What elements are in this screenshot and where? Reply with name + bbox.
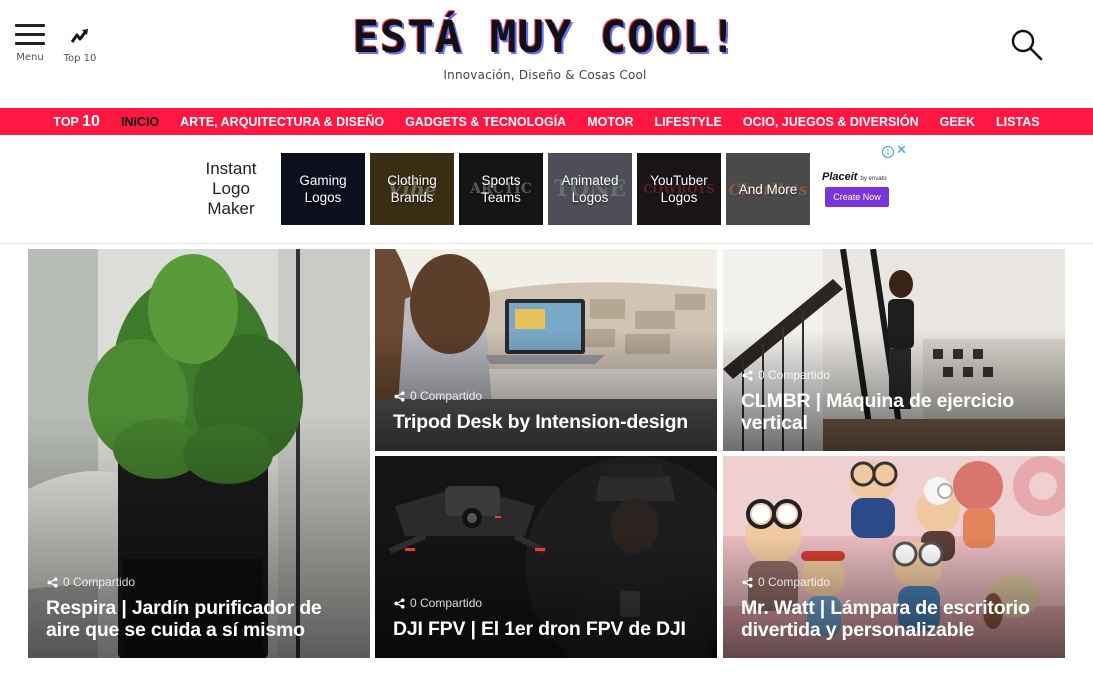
article-card[interactable]: 0 Compartido DJI FPV | El 1er dron FPV d… [375, 456, 717, 658]
ad-banner[interactable]: Instant Logo Maker Gaming Logos Vibe Clot… [196, 144, 916, 231]
article-card[interactable]: 0 Compartido Tripod Desk by Intension-de… [375, 249, 717, 451]
share-count: 0 Compartido [47, 575, 135, 589]
search-button[interactable] [1010, 28, 1044, 62]
site-title: ESTÁ MUY COOL! [352, 12, 738, 63]
top10-button[interactable]: Top 10 [62, 28, 98, 64]
hamburger-icon [15, 24, 45, 46]
share-icon [742, 576, 753, 588]
placeit-logo: Placeit by envato [822, 171, 887, 183]
site-header: Menu Top 10 ESTÁ MUY COOL! Innovación, D… [0, 0, 1093, 108]
nav-item-geek[interactable]: GEEK [929, 115, 985, 129]
info-icon[interactable]: i [882, 146, 894, 158]
ad-tile-youtuber[interactable]: COWBOYS YouTuber Logos [637, 153, 721, 225]
share-icon [394, 390, 405, 402]
ad-tile-gaming[interactable]: Gaming Logos [281, 153, 365, 225]
trending-icon [70, 29, 88, 43]
nav-item-gadgets[interactable]: GADGETS & TECNOLOGÍA [395, 115, 577, 129]
menu-button[interactable]: Menu [14, 24, 46, 63]
nav-item-listas[interactable]: LISTAS [986, 115, 1051, 129]
site-tagline: Innovación, Diseño & Cosas Cool [443, 68, 647, 82]
share-count: 0 Compartido [742, 368, 830, 382]
article-title[interactable]: CLMBR | Máquina de ejercicio vertical [741, 390, 1051, 434]
article-card[interactable]: 0 Compartido CLMBR | Máquina de ejercici… [723, 249, 1065, 451]
share-count: 0 Compartido [394, 596, 482, 610]
main-nav: TOP 10 INICIO ARTE, ARQUITECTURA & DISEÑ… [0, 108, 1093, 135]
ad-tile-clothing[interactable]: Vibe Clothing Brands [370, 153, 454, 225]
nav-item-ocio[interactable]: OCIO, JUEGOS & DIVERSIÓN [732, 115, 929, 129]
top10-label: Top 10 [63, 53, 97, 64]
ad-tile-sports[interactable]: ARCTIC Sports Teams [459, 153, 543, 225]
menu-label: Menu [16, 52, 44, 63]
ad-tile-animated[interactable]: TONE Animated Logos [548, 153, 632, 225]
article-title[interactable]: Mr. Watt | Lámpara de escritorio diverti… [741, 597, 1051, 641]
share-icon [47, 576, 58, 588]
nav-item-motor[interactable]: MOTOR [577, 115, 644, 129]
share-icon [742, 369, 753, 381]
divider [0, 243, 1093, 244]
site-logo[interactable]: ESTÁ MUY COOL! [280, 12, 810, 63]
nav-item-arte[interactable]: ARTE, ARQUITECTURA & DISEÑO [170, 115, 395, 129]
ad-tile-more[interactable]: Charlie's And More [726, 153, 810, 225]
create-now-button[interactable]: Create Now [825, 187, 889, 207]
article-title[interactable]: DJI FPV | El 1er dron FPV de DJI [393, 618, 703, 641]
article-title[interactable]: Tripod Desk by Intension-design [393, 411, 703, 434]
share-count: 0 Compartido [394, 389, 482, 403]
ad-title: Instant Logo Maker [205, 159, 257, 218]
article-title[interactable]: Respira | Jardín purificador de aire que… [46, 597, 356, 641]
search-icon [1011, 29, 1043, 61]
article-card[interactable]: 0 Compartido Respira | Jardín purificado… [28, 249, 370, 658]
nav-item-lifestyle[interactable]: LIFESTYLE [644, 115, 732, 129]
close-icon[interactable]: ✕ [896, 144, 908, 158]
share-count: 0 Compartido [742, 575, 830, 589]
nav-item-top10[interactable]: TOP 10 [43, 113, 111, 131]
article-card[interactable]: 0 Compartido Mr. Watt | Lámpara de escri… [723, 456, 1065, 658]
share-icon [394, 597, 405, 609]
nav-item-inicio[interactable]: INICIO [110, 115, 169, 129]
